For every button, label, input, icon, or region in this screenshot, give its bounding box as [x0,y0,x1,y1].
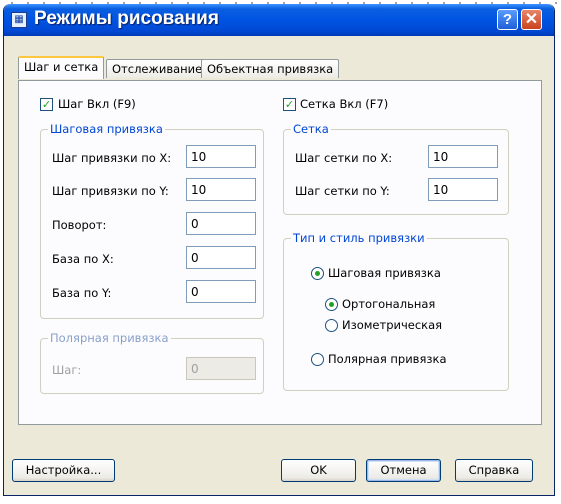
grid-y-input[interactable] [428,178,498,201]
snap-on-label: Шаг Вкл (F9) [58,97,136,111]
polar-snap-radio[interactable] [311,353,324,366]
rotation-input[interactable] [186,212,256,235]
tab-object-snap[interactable]: Объектная привязка [201,59,340,78]
polar-snap-group: Полярная привязка Шаг: [40,331,264,394]
base-y-label: База по Y: [52,286,112,300]
polar-snap-label: Полярная привязка [328,352,447,366]
grid-x-label: Шаг сетки по X: [295,151,393,165]
cancel-button[interactable]: Отмена [366,459,441,482]
snap-y-input[interactable] [186,178,256,201]
snap-x-input[interactable] [186,145,256,168]
isometric-snap-radio[interactable] [325,319,338,332]
snap-on-checkbox[interactable]: ✓ [40,98,53,111]
polar-snap-group-title: Полярная привязка [48,331,171,345]
help-title-button[interactable]: ? [497,9,518,30]
snap-group-title: Шаговая привязка [48,122,165,136]
base-x-label: База по X: [52,252,114,266]
snap-y-label: Шаг привязки по Y: [52,184,169,198]
grid-on-checkbox[interactable]: ✓ [283,98,296,111]
grid-snap-radio[interactable] [311,267,324,280]
base-y-input[interactable] [186,280,256,303]
tab-panel: ✓ Шаг Вкл (F9) Шаговая привязка Шаг прив… [18,80,542,425]
help-button[interactable]: Справка [455,459,533,482]
polar-step-input [186,357,256,380]
snap-x-label: Шаг привязки по X: [52,151,172,165]
rectangular-snap-radio[interactable] [325,298,338,311]
dialog-window: ▦ Режимы рисования ? ✕ Шаг и сетка Отсле… [3,4,555,496]
grid-snap-label: Шаговая привязка [328,266,441,280]
app-icon: ▦ [11,12,27,28]
rectangular-snap-label: Ортогональная [342,297,436,311]
tab-snap-and-grid[interactable]: Шаг и сетка [18,56,105,79]
snap-type-group: Тип и стиль привязки Шаговая привязка Ор… [283,231,509,391]
grid-x-input[interactable] [428,145,498,168]
grid-group-title: Сетка [291,122,331,136]
rotation-label: Поворот: [52,218,107,232]
snap-group: Шаговая привязка Шаг привязки по X: Шаг … [40,122,264,319]
window-title: Режимы рисования [34,8,219,29]
polar-step-label: Шаг: [52,363,82,377]
close-button[interactable]: ✕ [521,9,542,30]
title-bar[interactable]: ▦ Режимы рисования ? ✕ [4,4,554,36]
snap-type-group-title: Тип и стиль привязки [291,231,427,245]
isometric-snap-label: Изометрическая [342,318,443,332]
grid-group: Сетка Шаг сетки по X: Шаг сетки по Y: [283,122,509,215]
base-x-input[interactable] [186,246,256,269]
grid-on-label: Сетка Вкл (F7) [300,97,389,111]
settings-button[interactable]: Настройка... [12,459,115,482]
ok-button[interactable]: OK [281,459,356,482]
tab-tracking[interactable]: Отслеживание [106,59,209,78]
grid-y-label: Шаг сетки по Y: [295,184,390,198]
